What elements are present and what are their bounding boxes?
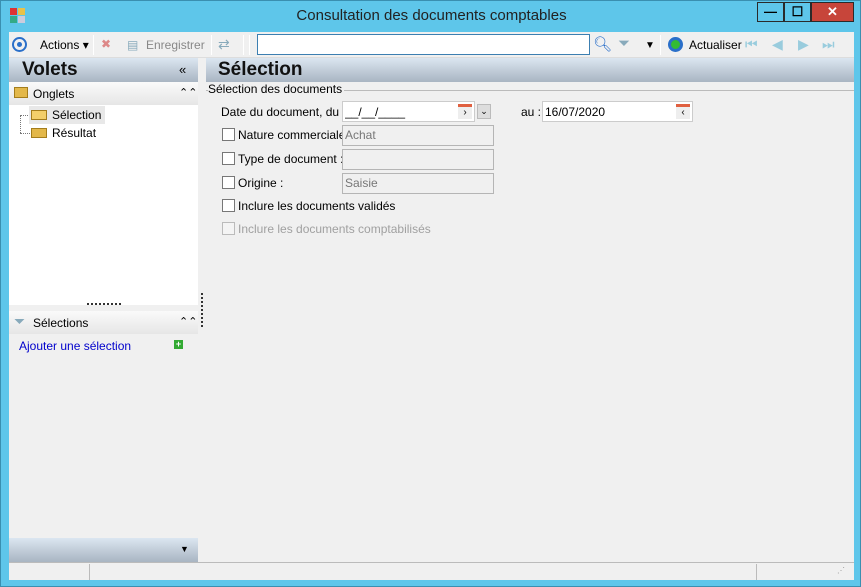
tree-item-label: Résultat bbox=[52, 126, 97, 140]
chevron-down-icon[interactable]: ▼ bbox=[180, 544, 189, 554]
nature-label: Nature commerciale : bbox=[238, 128, 353, 142]
chevron-down-icon[interactable]: ⌄ bbox=[477, 104, 491, 119]
calendar-icon[interactable]: › bbox=[458, 104, 472, 119]
folder-icon bbox=[14, 87, 28, 98]
search-input[interactable] bbox=[257, 34, 590, 55]
splitter-handle[interactable] bbox=[87, 303, 121, 305]
search-icon[interactable]: 🔍︎ bbox=[593, 35, 612, 53]
delete-icon[interactable]: ✖ bbox=[101, 37, 111, 51]
group-title: Sélection des documents bbox=[208, 82, 345, 96]
sync-icon[interactable]: ⇄ bbox=[218, 36, 230, 53]
valides-checkbox[interactable] bbox=[222, 199, 235, 212]
vertical-splitter[interactable] bbox=[201, 293, 203, 327]
add-icon[interactable]: + bbox=[174, 340, 183, 349]
selection-header: Sélection bbox=[206, 58, 854, 82]
resize-grip-icon[interactable]: ⋰ bbox=[837, 566, 845, 575]
comptabilises-label: Inclure les documents comptabilisés bbox=[238, 222, 431, 236]
onglets-label: Onglets bbox=[33, 87, 75, 101]
target-icon[interactable] bbox=[12, 37, 27, 52]
toolbar: Actions ▾ ✖ ▤ Enregistrer ⇄ 🔍︎ ⏷ ▼ Actua… bbox=[9, 32, 854, 58]
date-label: Date du document, du : bbox=[221, 105, 346, 119]
nature-input[interactable]: Achat bbox=[342, 125, 494, 146]
actions-label: Actions bbox=[40, 38, 80, 52]
next-icon[interactable]: ▶ bbox=[798, 36, 809, 53]
date-from-input[interactable] bbox=[342, 101, 475, 122]
chevron-up-icon[interactable]: ⌃⌃ bbox=[179, 86, 197, 99]
refresh-icon[interactable] bbox=[668, 37, 683, 52]
last-icon[interactable]: ⏭ bbox=[822, 36, 835, 53]
actions-menu[interactable]: Actions ▾ bbox=[40, 38, 89, 52]
tree-item-label: Sélection bbox=[52, 108, 102, 122]
au-label: au : bbox=[521, 105, 542, 119]
status-divider bbox=[756, 564, 757, 580]
origine-input[interactable]: Saisie bbox=[342, 173, 494, 194]
minimize-button[interactable]: — bbox=[757, 2, 784, 22]
save-icon: ▤ bbox=[127, 38, 139, 52]
type-label: Type de document : bbox=[238, 152, 344, 166]
valides-label: Inclure les documents validés bbox=[238, 199, 396, 213]
selections-header[interactable]: ⏷ Sélections ⌃⌃ bbox=[9, 311, 198, 334]
onglets-header[interactable]: Onglets ⌃⌃ bbox=[9, 82, 198, 105]
save-button[interactable]: Enregistrer bbox=[146, 38, 205, 52]
origine-label: Origine : bbox=[238, 176, 284, 190]
close-button[interactable]: ✕ bbox=[811, 2, 854, 22]
filter-icon: ⏷ bbox=[14, 313, 26, 329]
calendar-icon[interactable]: ‹ bbox=[676, 104, 690, 119]
chevron-up-icon[interactable]: ⌃⌃ bbox=[179, 315, 197, 328]
collapse-pane-button[interactable]: « bbox=[179, 62, 186, 77]
type-checkbox[interactable] bbox=[222, 152, 235, 165]
open-folder-icon bbox=[31, 110, 47, 120]
volets-title: Volets bbox=[22, 59, 78, 80]
tree-item-resultat[interactable]: Résultat bbox=[29, 124, 105, 142]
page-title: Sélection bbox=[218, 59, 303, 80]
app-window: Consultation des documents comptables — … bbox=[0, 0, 861, 587]
window-title: Consultation des documents comptables bbox=[296, 7, 567, 24]
origine-checkbox[interactable] bbox=[222, 176, 235, 189]
filter-icon[interactable]: ⏷ bbox=[618, 35, 630, 52]
tree-item-selection[interactable]: Sélection bbox=[29, 106, 105, 124]
tabs-tree: Sélection Résultat bbox=[9, 105, 198, 305]
first-icon[interactable]: ⏮ bbox=[745, 36, 758, 53]
selections-label: Sélections bbox=[33, 316, 89, 330]
nature-checkbox[interactable] bbox=[222, 128, 235, 141]
filter-dropdown-icon[interactable]: ▼ bbox=[645, 40, 655, 51]
volets-header: Volets « bbox=[9, 58, 198, 82]
previous-icon[interactable]: ◀ bbox=[772, 36, 783, 53]
folder-icon bbox=[31, 128, 47, 138]
date-to-input[interactable] bbox=[542, 101, 693, 122]
add-selection-link[interactable]: Ajouter une sélection bbox=[19, 339, 131, 353]
comptabilises-checkbox bbox=[222, 222, 235, 235]
maximize-button[interactable]: ☐ bbox=[784, 2, 811, 22]
pane-footer: ▼ bbox=[9, 538, 198, 562]
type-input[interactable] bbox=[342, 149, 494, 170]
refresh-button[interactable]: Actualiser bbox=[689, 38, 742, 52]
status-bar: ⋰ bbox=[9, 562, 854, 580]
status-divider bbox=[89, 564, 90, 580]
